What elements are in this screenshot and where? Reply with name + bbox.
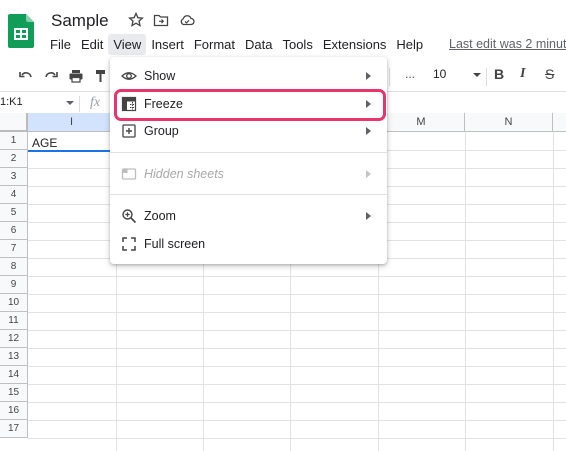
row-header-13[interactable]: 13	[0, 348, 28, 366]
eye-icon	[121, 72, 137, 80]
hidden-sheets-icon	[121, 168, 137, 180]
gridline	[28, 276, 566, 277]
gridline	[28, 366, 566, 367]
cell-i1[interactable]: AGE	[32, 136, 57, 150]
bold-button[interactable]: B	[494, 66, 504, 82]
row-header-15[interactable]: 15	[0, 384, 28, 402]
toolbar-divider	[389, 68, 390, 86]
submenu-arrow-icon	[366, 170, 371, 178]
strikethrough-button[interactable]: S	[545, 66, 554, 82]
gridline	[28, 402, 566, 403]
menu-file[interactable]: File	[45, 34, 76, 55]
font-size-value[interactable]: 10	[433, 67, 446, 81]
column-header-i[interactable]: I	[28, 113, 116, 132]
submenu-arrow-icon	[366, 212, 371, 220]
menu-extensions[interactable]: Extensions	[318, 34, 392, 55]
column-header-m[interactable]: M	[378, 113, 465, 132]
name-box[interactable]: 1:K1	[0, 96, 23, 108]
gridline	[28, 420, 566, 421]
view-menu-group[interactable]: Group	[110, 118, 387, 144]
name-box-dropdown-icon[interactable]	[66, 101, 74, 105]
row-header-14[interactable]: 14	[0, 366, 28, 384]
view-menu-show[interactable]: Show	[110, 63, 387, 89]
view-menu-show-label: Show	[144, 69, 176, 83]
gridline	[28, 330, 566, 331]
row-header-12[interactable]: 12	[0, 330, 28, 348]
menu-help[interactable]: Help	[391, 34, 428, 55]
menu-separator	[110, 194, 387, 195]
sheets-app: Sample File Edit View Insert Format Data…	[0, 0, 566, 451]
row-header-11[interactable]: 11	[0, 312, 28, 330]
submenu-arrow-icon	[366, 72, 371, 80]
print-icon[interactable]	[68, 68, 84, 84]
move-to-folder-icon[interactable]	[153, 12, 169, 28]
view-menu-full-screen-label: Full screen	[144, 237, 206, 251]
zoom-icon	[122, 209, 137, 224]
view-menu-zoom-label: Zoom	[144, 209, 176, 223]
fx-label: fx	[90, 95, 101, 110]
star-icon[interactable]	[128, 12, 144, 28]
undo-icon[interactable]	[18, 68, 34, 84]
row-header-3[interactable]: 3	[0, 168, 28, 186]
menu-view[interactable]: View	[108, 33, 147, 55]
view-menu-full-screen[interactable]: Full screen	[110, 231, 387, 257]
submenu-arrow-icon	[366, 127, 371, 135]
menubar: File Edit View Insert Format Data Tools …	[45, 33, 428, 55]
row-header-16[interactable]: 16	[0, 402, 28, 420]
row-header-8[interactable]: 8	[0, 258, 28, 276]
view-menu-zoom[interactable]: Zoom	[110, 203, 387, 229]
gridline	[28, 348, 566, 349]
toolbar-divider	[486, 68, 487, 86]
last-edit-link[interactable]: Last edit was 2 minutes ago	[449, 37, 566, 51]
font-size-dropdown-icon[interactable]	[472, 70, 482, 80]
select-all-corner[interactable]	[0, 113, 28, 132]
row-header-17[interactable]: 17	[0, 420, 28, 438]
gridline	[553, 132, 554, 451]
row-header-9[interactable]: 9	[0, 276, 28, 294]
row-header-4[interactable]: 4	[0, 186, 28, 204]
cloud-status-icon[interactable]	[179, 12, 195, 28]
row-header-6[interactable]: 6	[0, 222, 28, 240]
row-header-1[interactable]: 1	[0, 132, 28, 150]
gridline	[28, 384, 566, 385]
italic-button[interactable]: I	[520, 66, 525, 82]
menu-tools[interactable]: Tools	[277, 34, 317, 55]
formula-divider	[79, 96, 80, 112]
group-icon	[122, 124, 136, 138]
view-menu-hidden-sheets-label: Hidden sheets	[144, 167, 224, 181]
document-title[interactable]: Sample	[51, 11, 109, 31]
row-header-5[interactable]: 5	[0, 204, 28, 222]
fullscreen-icon	[122, 237, 136, 251]
column-header[interactable]	[553, 113, 566, 132]
gridline	[28, 312, 566, 313]
view-menu-group-label: Group	[144, 124, 179, 138]
gridline	[28, 438, 566, 439]
row-header-10[interactable]: 10	[0, 294, 28, 312]
menu-insert[interactable]: Insert	[146, 34, 189, 55]
redo-icon[interactable]	[43, 68, 59, 84]
menu-edit[interactable]: Edit	[76, 34, 108, 55]
menu-data[interactable]: Data	[240, 34, 277, 55]
gridline	[465, 132, 466, 451]
freeze-highlight-annotation	[114, 89, 386, 121]
paint-format-icon[interactable]	[93, 68, 109, 84]
menu-format[interactable]: Format	[189, 34, 240, 55]
font-name-truncated[interactable]: ...	[405, 67, 415, 81]
row-header-2[interactable]: 2	[0, 150, 28, 168]
sheets-logo-icon[interactable]	[8, 14, 34, 48]
column-header-n[interactable]: N	[465, 113, 553, 132]
view-menu-hidden-sheets: Hidden sheets	[110, 161, 387, 187]
menu-separator	[110, 152, 387, 153]
row-header-7[interactable]: 7	[0, 240, 28, 258]
gridline	[28, 294, 566, 295]
